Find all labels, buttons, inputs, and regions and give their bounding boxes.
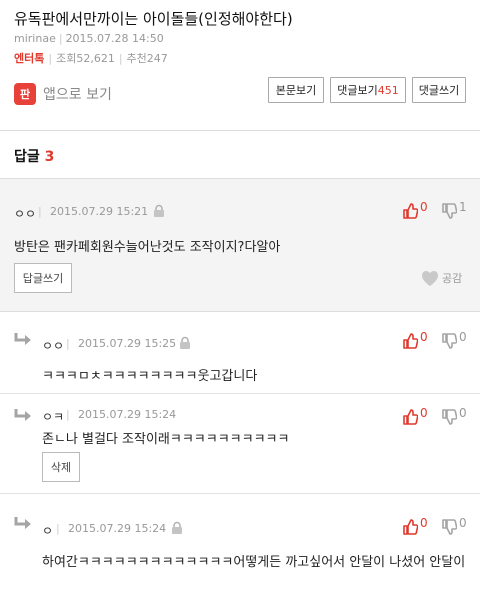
lock-icon bbox=[152, 204, 166, 218]
like-button[interactable]: 0 bbox=[402, 406, 428, 425]
dislike-button[interactable]: 0 bbox=[441, 516, 467, 535]
thumbs-down-icon bbox=[441, 333, 457, 349]
like-count: 0 bbox=[420, 330, 428, 344]
post-header: 유독판에서만까이는 아이돌들(인정해야한다) mirinae | 2015.07.2… bbox=[0, 0, 480, 130]
open-in-app-label: 앱으로 보기 bbox=[43, 87, 112, 103]
dislike-count: 0 bbox=[459, 406, 467, 420]
like-button[interactable]: 0 bbox=[402, 200, 428, 219]
comment-text: 방탄은 팬카페회원수늘어난것도 조작이지?다알아 bbox=[14, 240, 281, 255]
empathy-label: 공감 bbox=[442, 272, 463, 285]
post-meta-stats: 엔터톡 | 조회52,621 | 추천247 bbox=[14, 52, 168, 65]
reply-text: 하여간ㅋㅋㅋㅋㅋㅋㅋㅋㅋㅋㅋㅋㅋ어떻게든 까고싶어서 안달이 나셨어 안달이 bbox=[42, 555, 466, 570]
section-divider bbox=[0, 130, 480, 131]
dislike-count: 0 bbox=[459, 330, 467, 344]
dislike-count: 0 bbox=[459, 516, 467, 530]
thumbs-up-icon bbox=[402, 333, 418, 349]
meta-separator: | bbox=[56, 522, 60, 535]
lock-icon bbox=[170, 521, 184, 535]
write-reply-button[interactable]: 답글쓰기 bbox=[14, 263, 72, 293]
reply-text: 존ㄴ나 별걸다 조작이래ㅋㅋㅋㅋㅋㅋㅋㅋㅋㅋ bbox=[42, 432, 290, 447]
view-body-label: 본문보기 bbox=[275, 84, 317, 97]
comment-item: ㅇㅇ | 2015.07.29 15:21 0 1 방탄은 팬카페회원수늘어난것… bbox=[0, 178, 480, 312]
view-body-button[interactable]: 본문보기 bbox=[268, 77, 324, 103]
write-comment-button[interactable]: 댓글쓰기 bbox=[412, 77, 466, 103]
reply-author: ㅇㅋ bbox=[42, 410, 65, 424]
post-meta-author: mirinae | 2015.07.28 14:50 bbox=[14, 32, 164, 45]
reply-author: ㅇㅇ bbox=[42, 339, 65, 353]
replies-count: 3 bbox=[44, 149, 55, 165]
reply-arrow-icon bbox=[14, 516, 34, 532]
thumbs-up-icon bbox=[402, 203, 418, 219]
meta-separator: | bbox=[38, 205, 42, 218]
thumbs-up-icon bbox=[402, 409, 418, 425]
post-author[interactable]: mirinae bbox=[14, 32, 56, 45]
thumbs-down-icon bbox=[441, 519, 457, 535]
post-category[interactable]: 엔터톡 bbox=[14, 52, 44, 65]
like-count: 0 bbox=[420, 200, 428, 214]
reply-arrow-icon bbox=[14, 408, 34, 424]
write-reply-label: 답글쓰기 bbox=[22, 272, 64, 285]
view-comments-button[interactable]: 댓글보기 451 bbox=[330, 77, 406, 103]
pann-logo-icon: 판 bbox=[14, 83, 36, 105]
dislike-button[interactable]: 0 bbox=[441, 406, 467, 425]
thumbs-down-icon bbox=[441, 203, 457, 219]
reply-item: ㅇㅋ | 2015.07.29 15:24 0 0 존ㄴ나 별걸다 조작이래ㅋㅋ… bbox=[0, 394, 480, 494]
replies-heading: 답글 3 bbox=[14, 146, 54, 166]
meta-separator: | bbox=[66, 408, 70, 421]
reply-item: ㅇㅇ | 2015.07.29 15:25 0 0 ㅋㅋㅋㅁㅊㅋㅋㅋㅋㅋㅋㅋㅋ웃… bbox=[0, 312, 480, 394]
dislike-button[interactable]: 1 bbox=[441, 200, 467, 219]
comment-count: 451 bbox=[377, 83, 399, 97]
like-count: 0 bbox=[420, 406, 428, 420]
dislike-button[interactable]: 0 bbox=[441, 330, 467, 349]
open-in-app-link[interactable]: 판 앱으로 보기 bbox=[14, 82, 112, 106]
dislike-count: 1 bbox=[459, 200, 467, 214]
replies-heading-label: 답글 bbox=[14, 149, 40, 165]
reply-arrow-icon bbox=[14, 332, 34, 348]
reply-text: ㅋㅋㅋㅁㅊㅋㅋㅋㅋㅋㅋㅋㅋ웃고갑니다 bbox=[42, 369, 258, 384]
comment-datetime: 2015.07.29 15:21 bbox=[50, 205, 149, 218]
post-views: 조회52,621 bbox=[56, 52, 115, 65]
empathy-button[interactable]: 공감 bbox=[420, 269, 462, 287]
post-title: 유독판에서만까이는 아이돌들(인정해야한다) bbox=[14, 10, 293, 28]
reply-datetime: 2015.07.29 15:24 bbox=[68, 522, 167, 535]
comment-author: ㅇㅇ bbox=[14, 207, 37, 221]
lock-icon bbox=[178, 336, 192, 350]
post-recommend: 추천247 bbox=[126, 52, 168, 65]
post-datetime: 2015.07.28 14:50 bbox=[65, 32, 164, 45]
reply-datetime: 2015.07.29 15:25 bbox=[78, 337, 177, 350]
like-count: 0 bbox=[420, 516, 428, 530]
meta-separator: | bbox=[66, 337, 70, 350]
delete-button[interactable]: 삭제 bbox=[42, 452, 80, 482]
view-comments-label: 댓글보기 bbox=[337, 84, 378, 97]
reply-item: ㅇ | 2015.07.29 15:24 0 0 하여간ㅋㅋㅋㅋㅋㅋㅋㅋㅋㅋㅋㅋ… bbox=[0, 494, 480, 599]
like-button[interactable]: 0 bbox=[402, 330, 428, 349]
delete-label: 삭제 bbox=[50, 461, 72, 474]
reply-datetime: 2015.07.29 15:24 bbox=[78, 408, 177, 421]
thumbs-down-icon bbox=[441, 409, 457, 425]
heart-icon bbox=[422, 271, 438, 286]
like-button[interactable]: 0 bbox=[402, 516, 428, 535]
write-comment-label: 댓글쓰기 bbox=[418, 84, 460, 97]
reply-author: ㅇ bbox=[42, 524, 54, 538]
thumbs-up-icon bbox=[402, 519, 418, 535]
